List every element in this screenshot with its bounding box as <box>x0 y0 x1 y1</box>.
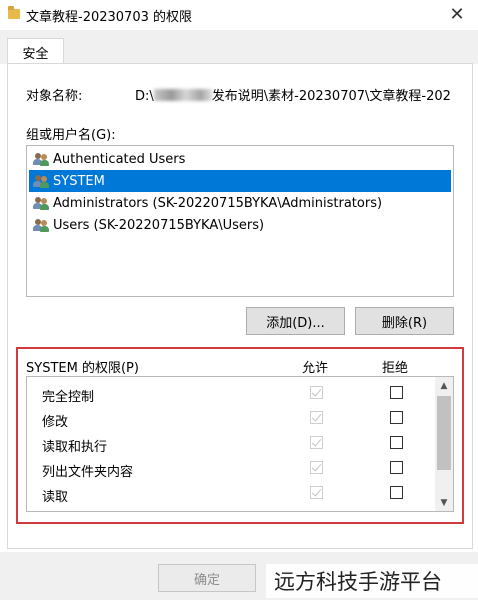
permission-name: 读取 <box>42 490 69 505</box>
group-item-label: Authenticated Users <box>53 151 186 167</box>
permissions-title: SYSTEM 的权限(P) <box>26 361 139 376</box>
groups-listbox[interactable]: Authenticated Users SYSTEM Administrator… <box>26 145 454 297</box>
permission-name: 读取和执行 <box>42 440 108 455</box>
object-name-value: D:\ 发布说明\素材-20230707\文章教程-202 <box>135 85 455 104</box>
object-name-label: 对象名称: <box>26 89 83 104</box>
group-item-label: Users (SK-20220715BYKA\Users) <box>53 217 265 233</box>
allow-checkbox <box>310 486 323 499</box>
deny-checkbox[interactable] <box>390 486 403 499</box>
folder-icon <box>8 6 20 19</box>
deny-checkbox[interactable] <box>390 461 403 474</box>
tab-security[interactable]: 安全 <box>7 38 64 65</box>
group-item-administrators[interactable]: Administrators (SK-20220715BYKA\Administ… <box>29 192 382 214</box>
user-group-icon <box>33 196 49 210</box>
scroll-up-icon[interactable]: ▲ <box>435 377 453 394</box>
groups-label: 组或用户名(G): <box>26 128 116 143</box>
blurred-path-segment <box>153 89 212 101</box>
deny-checkbox[interactable] <box>390 386 403 399</box>
permission-name: 修改 <box>42 415 69 430</box>
group-item-users[interactable]: Users (SK-20220715BYKA\Users) <box>29 214 264 236</box>
permission-name: 完全控制 <box>42 390 95 405</box>
window-title: 文章教程-20230703 的权限 <box>26 10 192 25</box>
allow-checkbox <box>310 411 323 424</box>
group-item-authenticated-users[interactable]: Authenticated Users <box>29 148 185 170</box>
object-name-suffix: 发布说明\素材-20230707\文章教程-202 <box>211 89 451 104</box>
permission-row: 完全控制 <box>27 381 433 406</box>
deny-checkbox[interactable] <box>390 436 403 449</box>
title-bar: 文章教程-20230703 的权限 ✕ <box>0 0 478 30</box>
allow-checkbox <box>310 436 323 449</box>
group-item-label: SYSTEM <box>53 173 105 189</box>
user-group-icon <box>33 174 49 188</box>
group-item-system[interactable]: SYSTEM <box>29 170 451 192</box>
permissions-scrollbar[interactable]: ▲ ▼ <box>435 377 453 511</box>
group-item-label: Administrators (SK-20220715BYKA\Administ… <box>53 195 383 211</box>
allow-column-header: 允许 <box>302 361 329 376</box>
close-button[interactable]: ✕ <box>444 2 470 26</box>
watermark-text: 远方科技手游平台 <box>266 564 478 598</box>
allow-checkbox <box>310 461 323 474</box>
user-group-icon <box>33 152 49 166</box>
permission-row: 读取 <box>27 481 433 506</box>
remove-button[interactable]: 删除(R) <box>355 307 454 335</box>
permission-name: 列出文件夹内容 <box>42 465 134 480</box>
scroll-down-icon[interactable]: ▼ <box>435 494 453 511</box>
permissions-list: 完全控制 修改 读取和执行 列出文件夹内容 读取 ▲ ▼ <box>26 376 454 512</box>
object-name-prefix: D:\ <box>135 89 154 104</box>
deny-column-header: 拒绝 <box>382 361 409 376</box>
permission-row: 修改 <box>27 406 433 431</box>
tab-strip: 安全 <box>0 30 478 65</box>
allow-checkbox <box>310 386 323 399</box>
ok-button[interactable]: 确定 <box>158 564 256 592</box>
permission-row: 列出文件夹内容 <box>27 456 433 481</box>
scroll-thumb[interactable] <box>437 396 451 470</box>
deny-checkbox[interactable] <box>390 411 403 424</box>
add-button[interactable]: 添加(D)... <box>246 307 345 335</box>
permission-row: 读取和执行 <box>27 431 433 456</box>
user-group-icon <box>33 218 49 232</box>
